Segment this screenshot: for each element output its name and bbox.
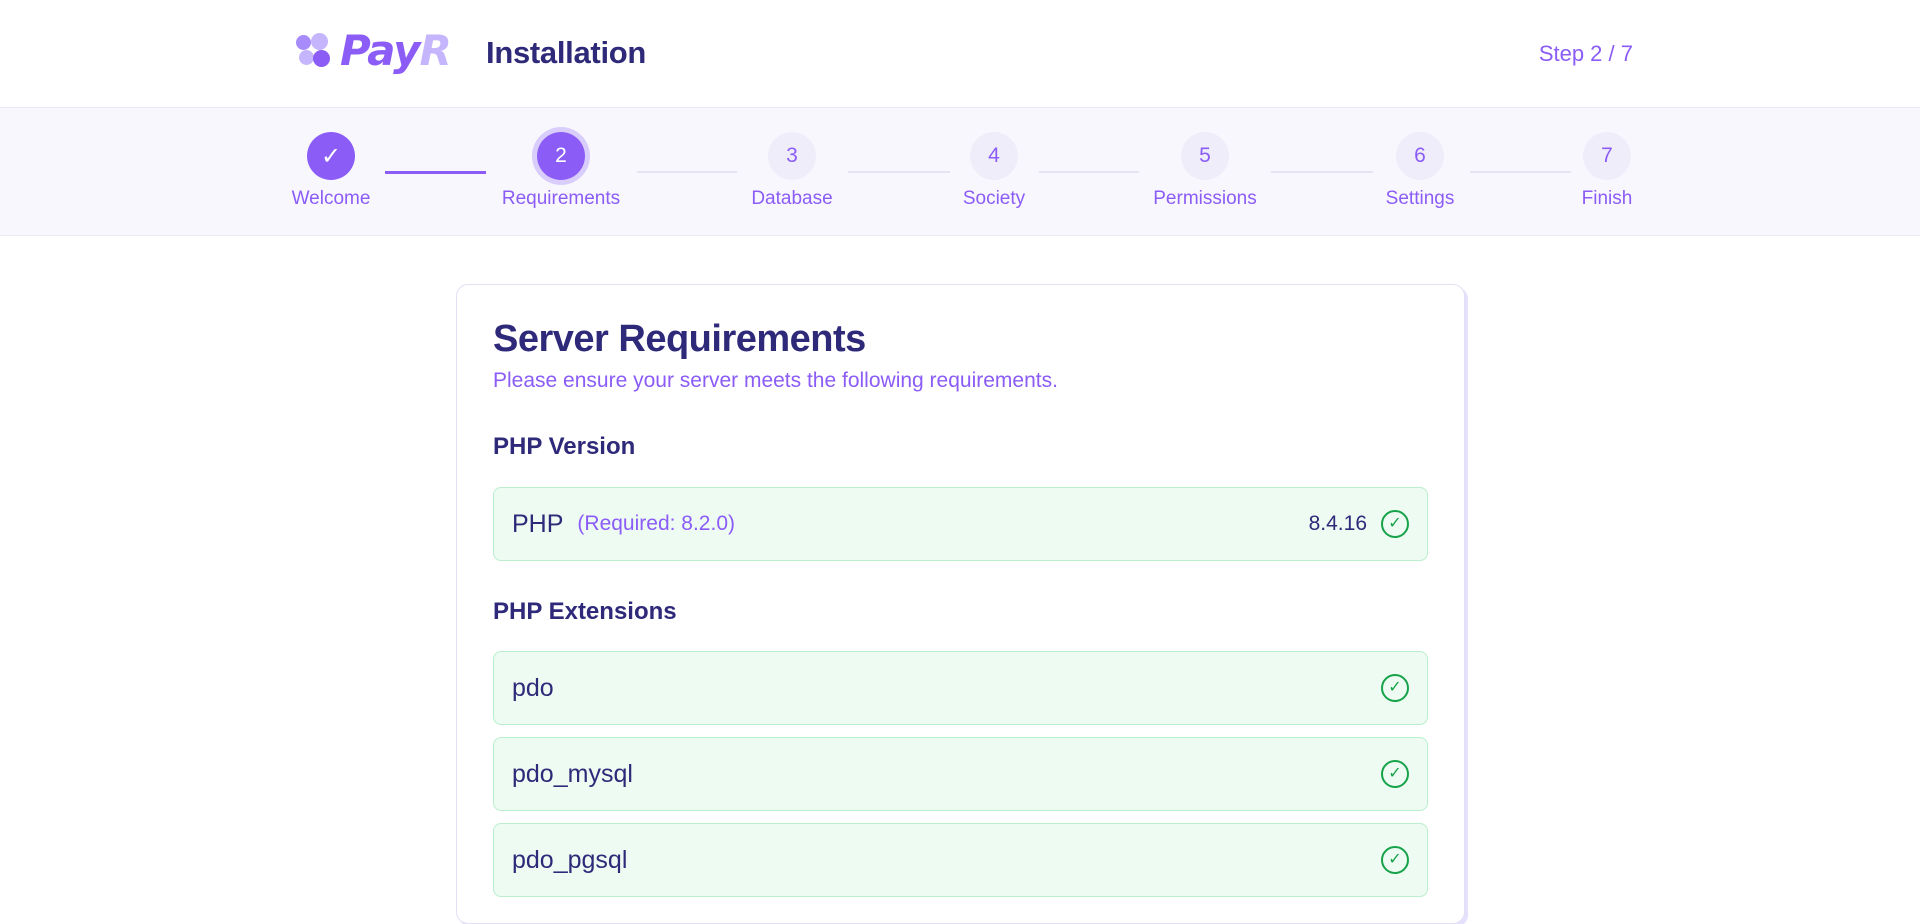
check-circle-icon: ✓ [1381, 674, 1409, 702]
stepper-connector [1039, 171, 1139, 173]
extension-row: pdo ✓ [493, 651, 1428, 725]
step-counter: Step 2 / 7 [1538, 41, 1633, 66]
extension-row: pdo_mysql ✓ [493, 737, 1428, 811]
step-number: 7 [1583, 132, 1631, 180]
check-circle-icon: ✓ [1381, 760, 1409, 788]
extension-row: pdo_pgsql ✓ [493, 823, 1428, 897]
step-label: Welcome [291, 188, 371, 209]
step-finish: 7 Finish [1576, 132, 1638, 210]
step-settings: 6 Settings [1375, 132, 1465, 210]
step-label: Requirements [501, 188, 621, 209]
extension-name: pdo [512, 673, 554, 702]
section-php-version: PHP Version [493, 433, 636, 460]
logo: PayR [296, 26, 452, 75]
php-version-value: 8.4.16 [1308, 512, 1367, 535]
step-number: 5 [1181, 132, 1229, 180]
step-label: Database [751, 188, 833, 209]
extension-name: pdo_mysql [512, 759, 633, 788]
step-society: 4 Society [954, 132, 1034, 210]
step-number: 2 [537, 132, 585, 180]
card-subtitle: Please ensure your server meets the foll… [493, 369, 1058, 392]
stepper-connector [1271, 171, 1373, 173]
step-label: Permissions [1153, 188, 1257, 209]
stepper-connector [637, 171, 737, 173]
page-title: Installation [486, 35, 647, 70]
stepper: ✓ Welcome 2 Requirements 3 Database 4 So… [0, 108, 1920, 236]
check-circle-icon: ✓ [1381, 846, 1409, 874]
extension-name: pdo_pgsql [512, 845, 628, 874]
step-label: Settings [1385, 188, 1455, 209]
step-number: 6 [1396, 132, 1444, 180]
step-number: 3 [768, 132, 816, 180]
header: PayR Installation Step 2 / 7 [0, 0, 1920, 108]
step-label: Society [962, 188, 1026, 209]
logo-text: PayR [340, 26, 452, 75]
step-number: 4 [970, 132, 1018, 180]
checkmark-icon: ✓ [307, 132, 355, 180]
step-welcome: ✓ Welcome [280, 132, 382, 210]
card-title: Server Requirements [493, 318, 866, 360]
stepper-connector [848, 171, 950, 173]
check-circle-icon: ✓ [1381, 510, 1409, 538]
step-label: Finish [1581, 188, 1633, 209]
step-requirements: 2 Requirements [496, 132, 626, 210]
stepper-connector [385, 171, 486, 174]
section-php-extensions: PHP Extensions [493, 598, 677, 625]
requirement-note: (Required: 8.2.0) [577, 512, 735, 535]
step-permissions: 5 Permissions [1145, 132, 1265, 210]
requirement-name: PHP [512, 509, 564, 538]
step-database: 3 Database [742, 132, 842, 210]
logo-mark-icon [296, 31, 332, 71]
requirements-card: Server Requirements Please ensure your s… [456, 284, 1465, 924]
php-version-row: PHP (Required: 8.2.0) 8.4.16 ✓ [493, 487, 1428, 561]
stepper-connector [1470, 171, 1571, 173]
